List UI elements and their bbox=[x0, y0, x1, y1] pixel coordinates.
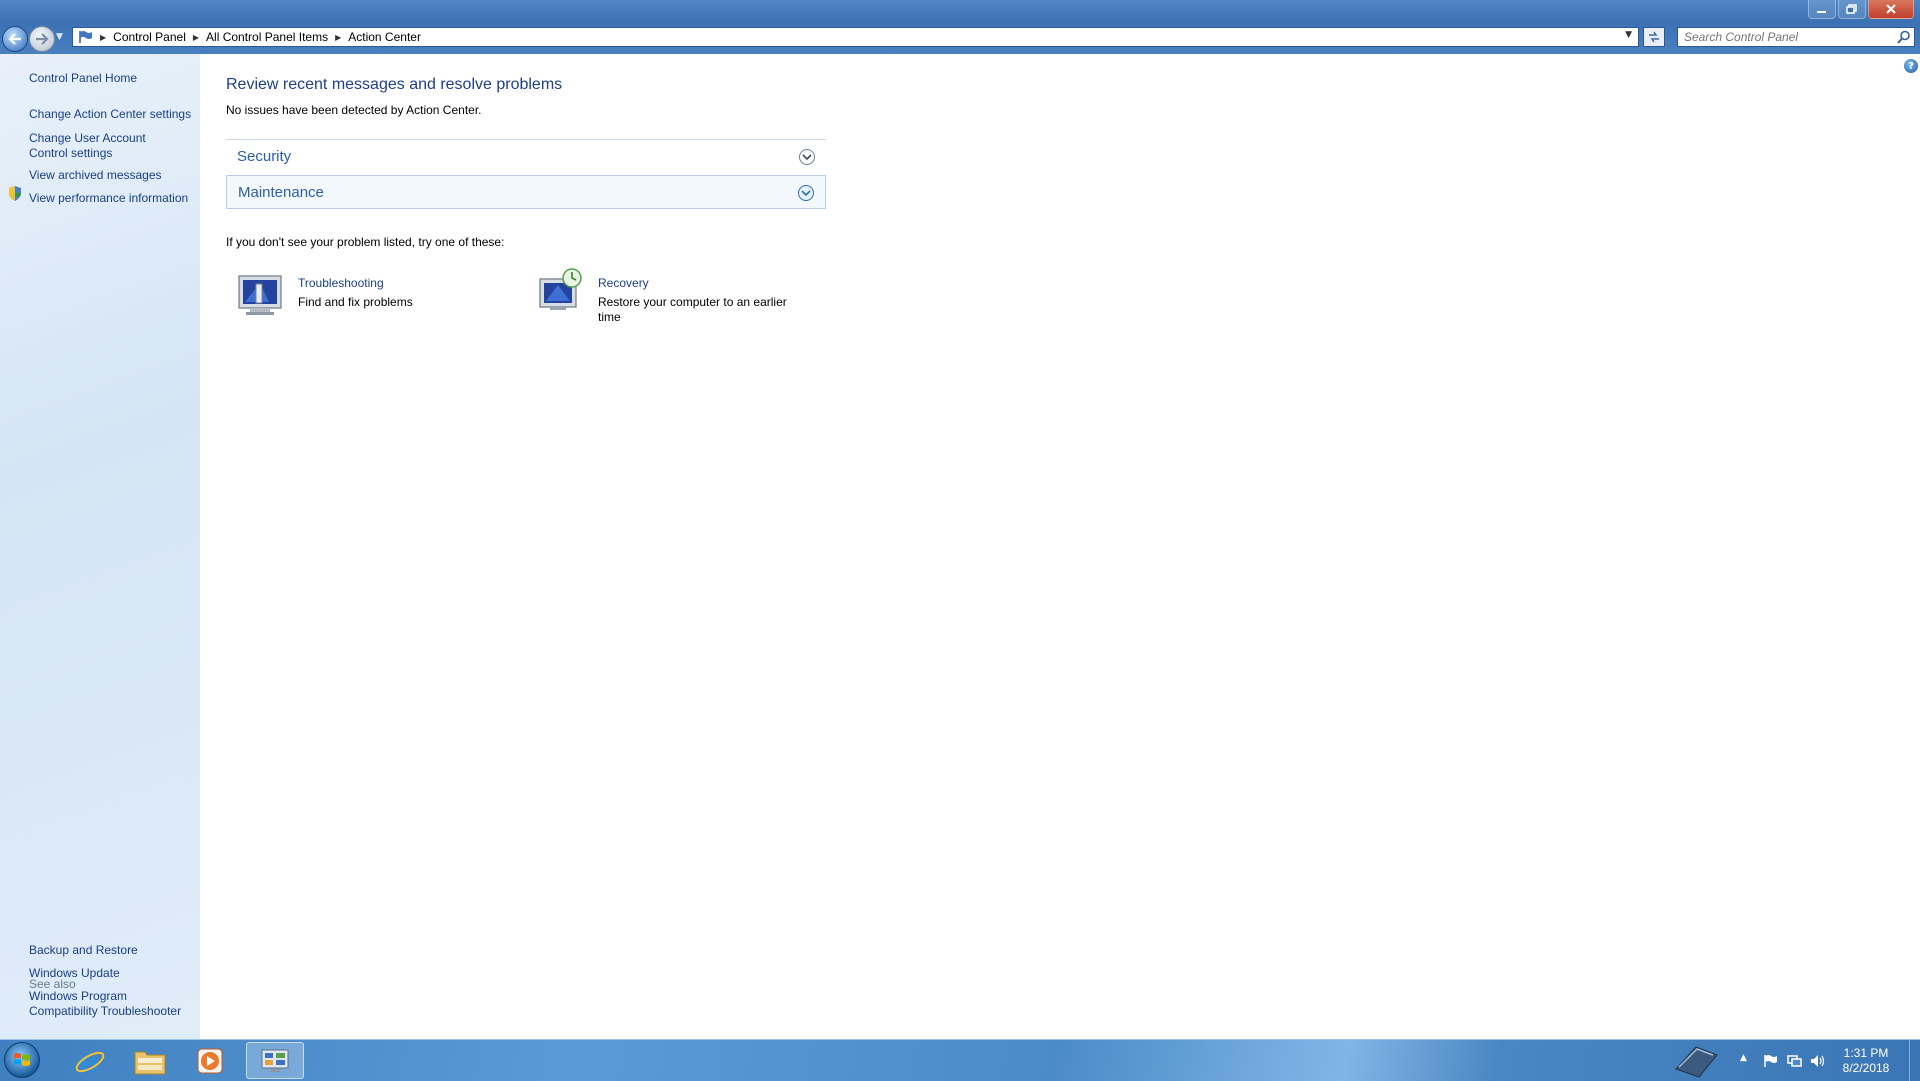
title-bar bbox=[0, 0, 1920, 22]
taskbar-media-player[interactable] bbox=[184, 1042, 236, 1079]
taskbar-windows-explorer[interactable] bbox=[124, 1042, 176, 1079]
page-subtitle: No issues have been detected by Action C… bbox=[226, 103, 482, 117]
refresh-button[interactable] bbox=[1643, 27, 1665, 47]
show-desktop-button[interactable] bbox=[1909, 1040, 1920, 1081]
chevron-down-icon[interactable] bbox=[798, 185, 814, 201]
volume-icon[interactable] bbox=[1810, 1054, 1826, 1068]
action-center-flag-icon bbox=[79, 31, 92, 43]
troubleshooting-link[interactable]: Troubleshooting bbox=[298, 276, 384, 290]
page-title: Review recent messages and resolve probl… bbox=[226, 76, 563, 93]
notebook-desktop-icon bbox=[1675, 1046, 1718, 1078]
forward-arrow-icon bbox=[36, 33, 49, 45]
breadcrumb-separator[interactable]: ▶ bbox=[193, 33, 199, 42]
clock-time: 1:31 PM bbox=[1843, 1046, 1889, 1060]
forward-button[interactable] bbox=[29, 26, 55, 52]
control-panel-icon bbox=[261, 1049, 289, 1072]
recovery-link[interactable]: Recovery bbox=[598, 276, 649, 290]
troubleshooting-icon[interactable] bbox=[236, 271, 284, 319]
refresh-icon bbox=[1649, 31, 1659, 43]
section-maintenance[interactable]: Maintenance bbox=[226, 175, 826, 209]
taskbar-control-panel[interactable] bbox=[246, 1042, 304, 1079]
sidebar-link-change-uac-settings[interactable]: Change User Account Control settings bbox=[29, 131, 169, 161]
breadcrumb-all-control-panel-items[interactable]: All Control Panel Items bbox=[206, 30, 328, 44]
sidebar: Control Panel Home Change Action Center … bbox=[0, 54, 200, 1039]
back-arrow-icon bbox=[8, 33, 21, 45]
taskbar-internet-explorer[interactable]: e bbox=[64, 1042, 116, 1079]
restore-icon bbox=[1846, 4, 1857, 14]
sidebar-link-change-action-center-settings[interactable]: Change Action Center settings bbox=[29, 107, 199, 122]
taskbar: e ▲ 1:31 PM 8/2/2018 bbox=[0, 1039, 1920, 1081]
maximize-button[interactable] bbox=[1838, 0, 1866, 19]
breadcrumb-control-panel[interactable]: Control Panel bbox=[113, 30, 186, 44]
section-security-title[interactable]: Security bbox=[237, 148, 291, 165]
chevron-down-icon[interactable] bbox=[799, 149, 815, 165]
recovery-icon[interactable] bbox=[536, 267, 584, 315]
search-box[interactable] bbox=[1677, 27, 1915, 47]
see-also-link-backup-and-restore[interactable]: Backup and Restore bbox=[29, 943, 199, 958]
window-controls bbox=[1808, 0, 1914, 19]
back-button[interactable] bbox=[2, 26, 28, 52]
clock-date: 8/2/2018 bbox=[1842, 1061, 1890, 1075]
close-button[interactable] bbox=[1868, 0, 1914, 19]
try-one-of-these-text: If you don't see your problem listed, tr… bbox=[226, 235, 505, 249]
breadcrumb-separator[interactable]: ▶ bbox=[335, 33, 341, 42]
internet-explorer-icon: e bbox=[75, 1045, 105, 1078]
show-hidden-icons-arrow[interactable]: ▲ bbox=[1740, 1053, 1756, 1067]
section-maintenance-title[interactable]: Maintenance bbox=[238, 184, 324, 201]
section-security[interactable]: Security bbox=[226, 139, 826, 173]
main-content: ? Review recent messages and resolve pro… bbox=[200, 54, 1920, 1039]
uac-shield-icon bbox=[9, 186, 21, 201]
windows-logo-icon bbox=[14, 1053, 30, 1066]
see-also-link-compatibility-troubleshooter[interactable]: Windows Program Compatibility Troublesho… bbox=[29, 989, 194, 1019]
see-also-link-windows-update[interactable]: Windows Update bbox=[29, 966, 199, 981]
network-icon[interactable] bbox=[1786, 1054, 1802, 1068]
recent-pages-dropdown[interactable]: ▼ bbox=[56, 32, 63, 42]
sidebar-link-view-performance-information[interactable]: View performance information bbox=[29, 191, 199, 206]
sidebar-link-control-panel-home[interactable]: Control Panel Home bbox=[29, 71, 199, 86]
address-bar[interactable]: ▶ Control Panel ▶ All Control Panel Item… bbox=[72, 27, 1639, 47]
breadcrumb-separator[interactable]: ▶ bbox=[100, 33, 106, 42]
action-center-flag-icon[interactable] bbox=[1762, 1054, 1778, 1068]
address-dropdown-button[interactable]: ▼ bbox=[1625, 30, 1632, 40]
troubleshooting-description: Find and fix problems bbox=[298, 295, 413, 309]
windows-explorer-icon bbox=[134, 1051, 166, 1074]
system-clock[interactable]: 1:31 PM 8/2/2018 bbox=[1836, 1046, 1896, 1076]
recovery-description: Restore your computer to an earlier time bbox=[598, 295, 787, 324]
help-icon[interactable]: ? bbox=[1904, 59, 1918, 73]
minimize-icon bbox=[1817, 11, 1826, 13]
search-input[interactable] bbox=[1684, 29, 1884, 45]
media-player-icon bbox=[197, 1048, 223, 1073]
start-button[interactable] bbox=[4, 1042, 40, 1078]
minimize-button[interactable] bbox=[1808, 0, 1836, 19]
close-icon bbox=[1886, 4, 1896, 14]
breadcrumb-action-center[interactable]: Action Center bbox=[348, 30, 421, 44]
sidebar-link-view-archived-messages[interactable]: View archived messages bbox=[29, 168, 199, 183]
search-icon[interactable] bbox=[1897, 30, 1911, 44]
